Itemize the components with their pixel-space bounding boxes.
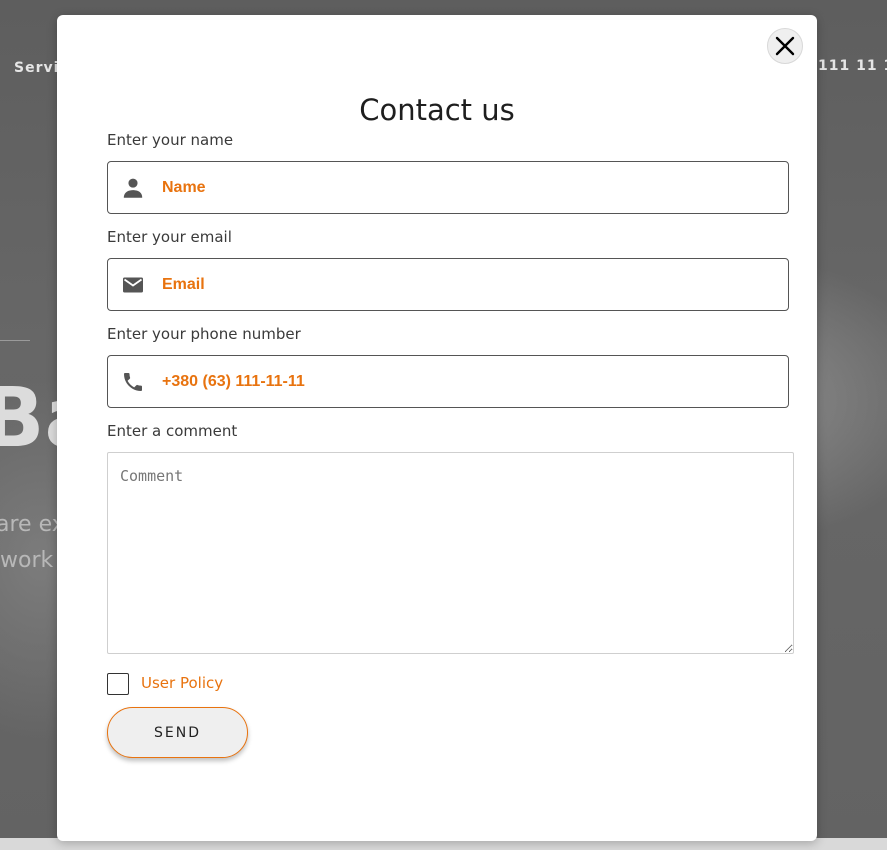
email-label: Enter your email <box>107 228 232 246</box>
contact-modal: Contact us Enter your name Enter your em… <box>57 15 817 841</box>
phone-field-wrapper <box>107 355 789 408</box>
email-field-wrapper <box>107 258 789 311</box>
name-label: Enter your name <box>107 131 234 149</box>
person-icon <box>120 175 146 201</box>
mail-icon <box>120 272 146 298</box>
send-button[interactable]: SEND <box>107 707 248 758</box>
phone-input[interactable] <box>160 360 788 403</box>
name-field-wrapper <box>107 161 789 214</box>
header-phone-number: 111 11 1 <box>818 58 887 74</box>
hero-subtitle-line-1: are ex <box>0 512 65 537</box>
close-icon <box>775 36 795 56</box>
modal-title: Contact us <box>359 93 515 128</box>
comment-label: Enter a comment <box>107 422 238 440</box>
close-button[interactable] <box>767 28 803 64</box>
phone-label: Enter your phone number <box>107 325 301 343</box>
user-policy-checkbox[interactable] <box>107 673 129 695</box>
comment-textarea[interactable] <box>107 452 794 654</box>
phone-icon <box>120 369 146 395</box>
user-policy-link[interactable]: User Policy <box>141 674 223 692</box>
email-input[interactable] <box>160 263 788 306</box>
hero-subtitle-line-2: work <box>0 548 54 573</box>
hero-divider <box>0 340 30 341</box>
name-input[interactable] <box>160 166 788 209</box>
nav-services-link: Servi <box>14 60 60 76</box>
